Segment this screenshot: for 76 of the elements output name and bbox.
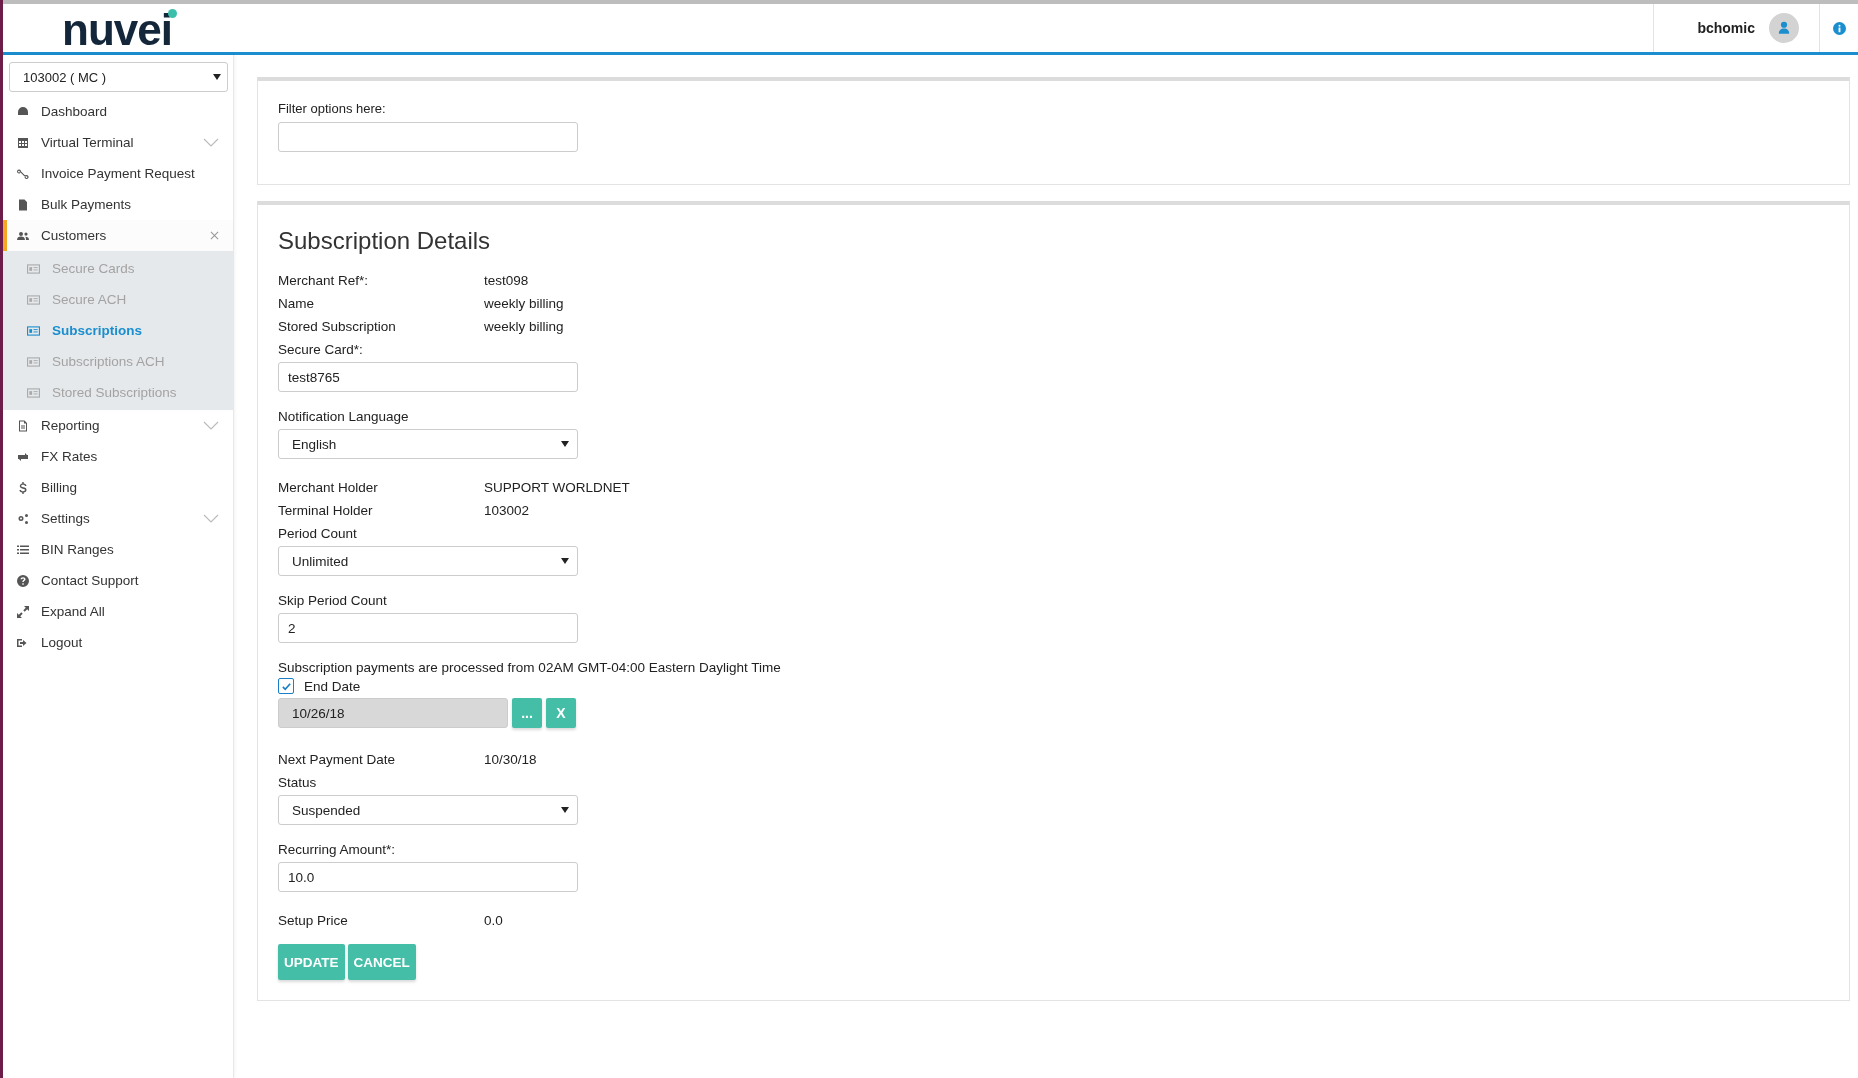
panel-title: Subscription Details: [278, 227, 492, 255]
sidebar-item[interactable]: Virtual Terminal: [3, 127, 233, 158]
caret-icon: [561, 558, 569, 564]
field-label: Terminal Holder: [278, 503, 374, 518]
input-field[interactable]: 10.0: [278, 862, 578, 892]
dropdown[interactable]: Unlimited: [278, 546, 578, 576]
card-icon: [27, 263, 40, 274]
caret-icon: [561, 807, 569, 813]
expand-icon: [17, 605, 29, 618]
username[interactable]: bchomic: [1697, 20, 1755, 36]
sidebar-item[interactable]: FX Rates: [3, 441, 233, 472]
link-icon: [17, 167, 29, 180]
info-icon[interactable]: [1832, 21, 1846, 35]
info-note: Subscription payments are processed from 02AM GMT-04:00 Eastern Daylight Time: [278, 660, 782, 675]
field-value: 0.0: [484, 913, 503, 928]
field-label: Status: [278, 775, 318, 790]
input-field[interactable]: 2: [278, 613, 578, 643]
users-icon: [17, 229, 29, 242]
sidebar-item[interactable]: Reporting: [3, 410, 233, 441]
help-icon: [17, 574, 29, 587]
chevron-down-icon[interactable]: [203, 421, 219, 430]
dollar-icon: [17, 481, 29, 494]
card-icon: [27, 325, 40, 336]
sidebar-item[interactable]: Settings: [3, 503, 233, 534]
logout-icon: [17, 636, 29, 649]
date-field[interactable]: 10/26/18: [278, 698, 508, 728]
field-label: Merchant Ref*:: [278, 273, 370, 288]
user-avatar-icon[interactable]: [1769, 13, 1799, 43]
card-icon: [27, 356, 40, 367]
input-field[interactable]: test8765: [278, 362, 578, 392]
sidebar-item[interactable]: Customers: [3, 220, 233, 251]
chevron-down-icon[interactable]: [203, 138, 219, 147]
checkbox[interactable]: [278, 678, 294, 694]
card-icon: [27, 294, 40, 305]
list-icon: [17, 543, 29, 556]
dropdown[interactable]: Suspended: [278, 795, 578, 825]
field-label: Stored Subscription: [278, 319, 397, 334]
field-label: Name: [278, 296, 315, 311]
logo-dot-icon: [168, 9, 177, 18]
caret-icon: [213, 74, 221, 80]
field-label: Merchant Holder: [278, 480, 379, 495]
field-value: SUPPORT WORLDNET: [484, 480, 630, 495]
sidebar-item[interactable]: Dashboard: [3, 96, 233, 127]
sidebar-item[interactable]: Bulk Payments: [3, 189, 233, 220]
field-label: Next Payment Date: [278, 752, 397, 767]
checkmark-icon: [280, 680, 292, 692]
field-label: Notification Language: [278, 409, 410, 424]
field-label: Recurring Amount*:: [278, 842, 397, 857]
field-value: test098: [484, 273, 529, 288]
field-value: weekly billing: [484, 319, 564, 334]
field-label: Skip Period Count: [278, 593, 388, 608]
field-label: Secure Card*:: [278, 342, 364, 357]
filter-input-field[interactable]: [278, 122, 578, 152]
checkbox-label: End Date: [304, 678, 361, 694]
sidebar-item[interactable]: BIN Ranges: [3, 534, 233, 565]
field-label: Setup Price: [278, 913, 349, 928]
report-icon: [17, 419, 29, 432]
terminal-select[interactable]: 103002 ( MC ): [9, 62, 228, 92]
caret-icon: [561, 441, 569, 447]
close-icon[interactable]: [210, 231, 219, 240]
field-value: 10/30/18: [484, 752, 537, 767]
card-icon: [27, 387, 40, 398]
sidebar-item[interactable]: Expand All: [3, 596, 233, 627]
sidebar-item[interactable]: Invoice Payment Request: [3, 158, 233, 189]
field-value: 103002: [484, 503, 530, 518]
field-label: Period Count: [278, 526, 358, 541]
sidebar-item[interactable]: Logout: [3, 627, 233, 658]
gear-icon: [17, 512, 29, 525]
field-value: weekly billing: [484, 296, 564, 311]
logo: nuvei: [62, 8, 172, 52]
file-icon: [17, 198, 29, 211]
filter-label: Filter options here:: [278, 101, 387, 116]
sidebar-item[interactable]: Billing: [3, 472, 233, 503]
chevron-down-icon[interactable]: [203, 514, 219, 523]
dropdown[interactable]: English: [278, 429, 578, 459]
sidebar-item[interactable]: Contact Support: [3, 565, 233, 596]
